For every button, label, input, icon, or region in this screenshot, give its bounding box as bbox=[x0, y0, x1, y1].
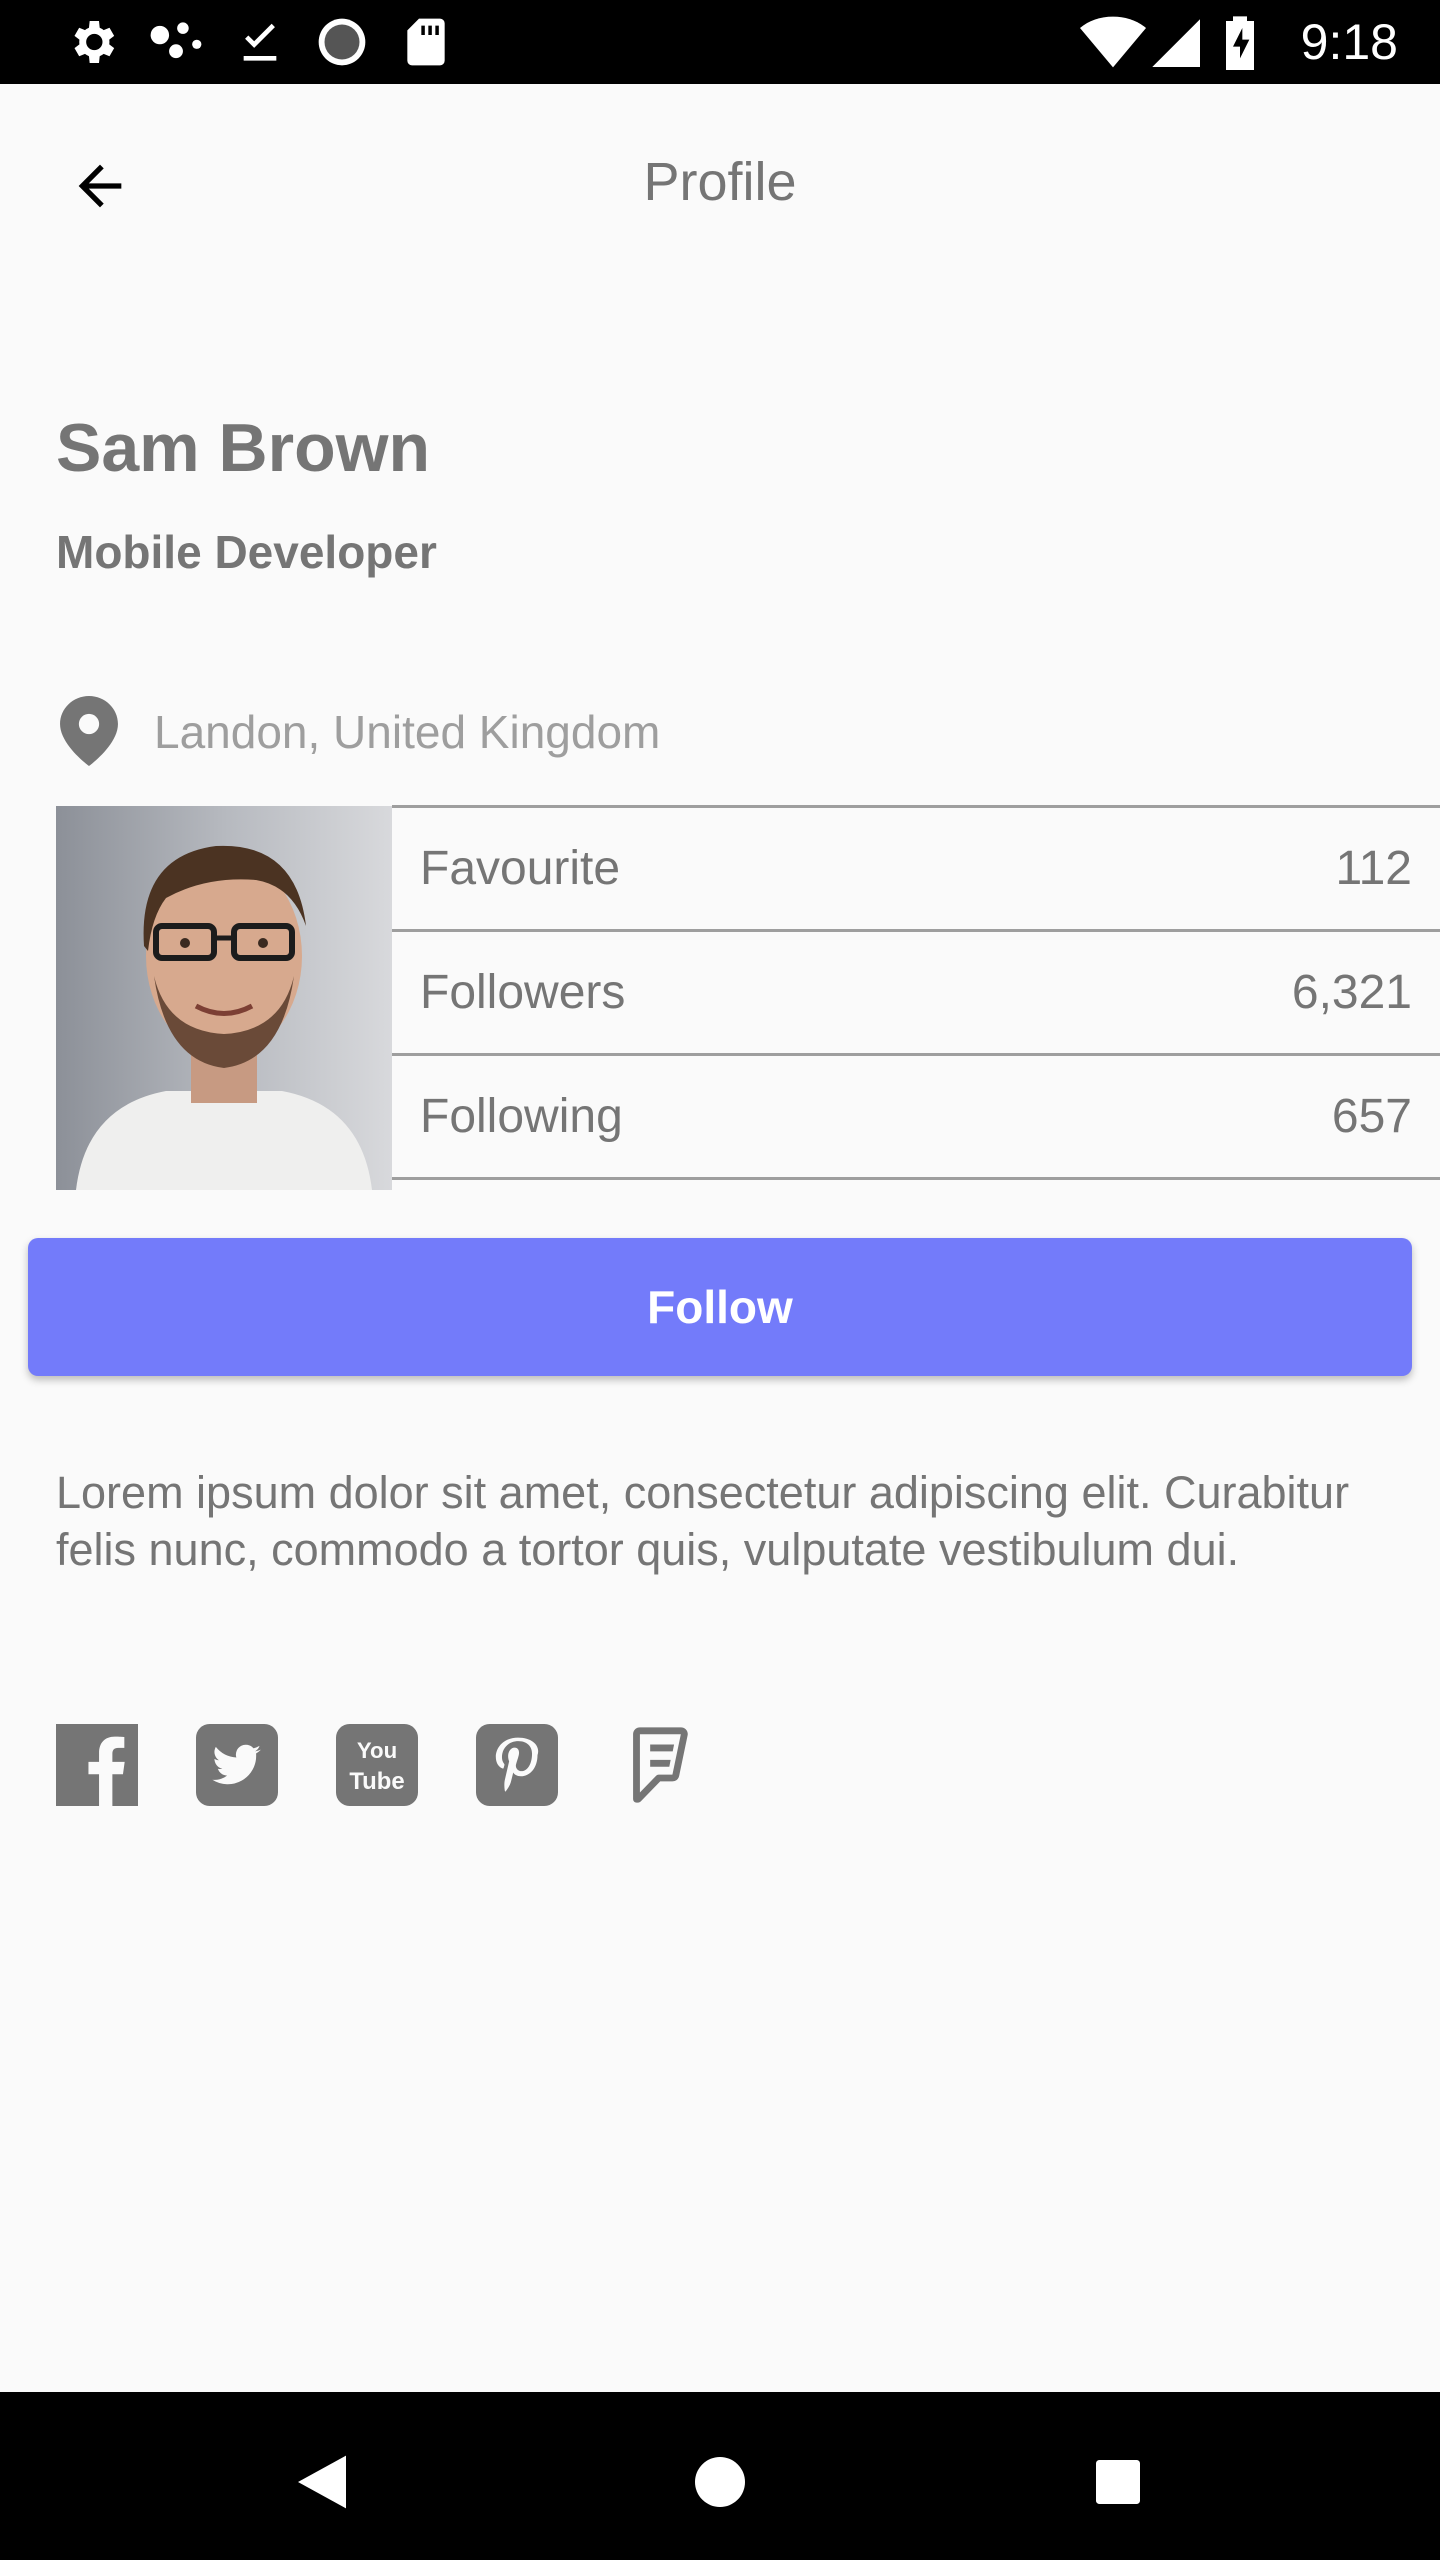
wifi-icon bbox=[1080, 14, 1146, 75]
stat-value: 112 bbox=[1335, 842, 1412, 895]
download-done-icon bbox=[232, 14, 288, 75]
stat-row-favourite[interactable]: Favourite 112 bbox=[392, 805, 1440, 929]
profile-location: Landon, United Kingdom bbox=[154, 706, 661, 758]
stat-value: 657 bbox=[1331, 1090, 1412, 1143]
gear-icon bbox=[64, 14, 120, 75]
svg-text:Tube: Tube bbox=[349, 1768, 404, 1795]
stat-label: Following bbox=[420, 1090, 623, 1143]
status-bar: 9:18 bbox=[0, 0, 1440, 84]
back-triangle-icon[interactable] bbox=[274, 2434, 370, 2530]
stat-label: Favourite bbox=[420, 842, 621, 895]
profile-bio: Lorem ipsum dolor sit amet, consectetur … bbox=[56, 1467, 1350, 1575]
stat-value: 6,321 bbox=[1291, 966, 1412, 1019]
foursquare-icon[interactable] bbox=[616, 1724, 698, 1806]
location-pin-icon bbox=[60, 696, 118, 771]
facebook-icon[interactable] bbox=[56, 1724, 138, 1806]
stat-row-following[interactable]: Following 657 bbox=[392, 1053, 1440, 1180]
pinterest-icon[interactable] bbox=[476, 1724, 558, 1806]
dots-icon bbox=[146, 14, 206, 75]
profile-name: Sam Brown bbox=[56, 410, 431, 486]
youtube-icon[interactable]: You Tube bbox=[336, 1724, 418, 1806]
home-circle-icon[interactable] bbox=[672, 2434, 768, 2530]
progress-icon bbox=[314, 14, 370, 75]
profile-role: Mobile Developer bbox=[56, 526, 437, 578]
social-links: You Tube bbox=[56, 1724, 698, 1806]
signal-icon bbox=[1150, 14, 1200, 75]
stat-label: Followers bbox=[420, 966, 626, 1019]
stats-list: Favourite 112 Followers 6,321 Following … bbox=[392, 805, 1440, 1180]
avatar bbox=[56, 806, 392, 1190]
follow-button[interactable]: Follow bbox=[28, 1238, 1412, 1376]
page-title: Profile bbox=[643, 152, 797, 212]
navigation-bar bbox=[0, 2392, 1440, 2560]
twitter-icon[interactable] bbox=[196, 1724, 278, 1806]
stat-row-followers[interactable]: Followers 6,321 bbox=[392, 929, 1440, 1053]
recents-square-icon[interactable] bbox=[1070, 2434, 1166, 2530]
status-time: 9:18 bbox=[1300, 14, 1398, 70]
sd-card-icon bbox=[398, 14, 454, 75]
svg-text:You: You bbox=[357, 1738, 397, 1763]
battery-charging-icon bbox=[1222, 14, 1258, 75]
